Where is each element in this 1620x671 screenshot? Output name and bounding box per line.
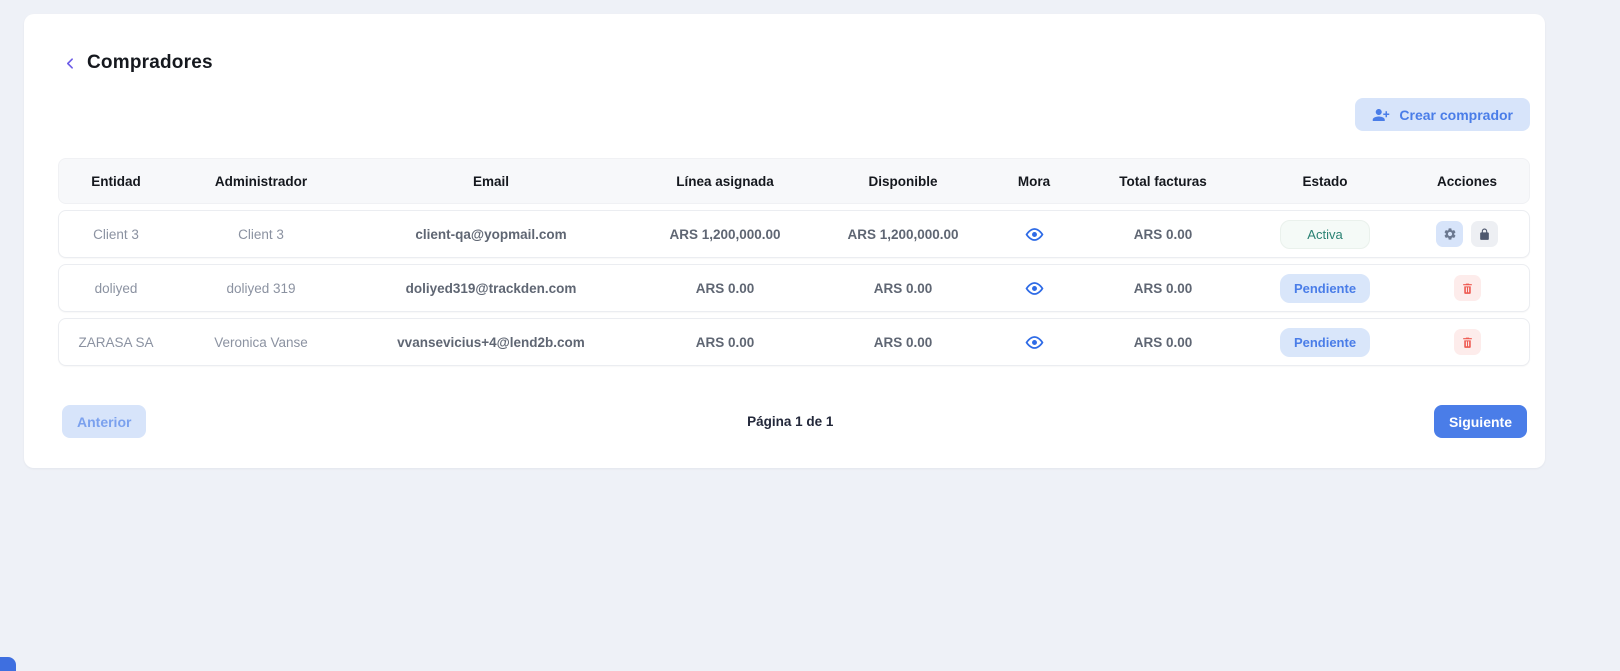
table-row: ZARASA SA Veronica Vanse vvansevicius+4@… — [58, 318, 1530, 366]
compradores-table: Entidad Administrador Email Línea asigna… — [58, 158, 1530, 366]
page-info: Página 1 de 1 — [747, 414, 833, 429]
back-button[interactable] — [64, 55, 77, 72]
cell-email: doliyed319@trackden.com — [349, 281, 633, 296]
cell-entidad: ZARASA SA — [59, 335, 173, 350]
delete-button[interactable] — [1454, 329, 1481, 355]
cell-disponible: ARS 0.00 — [817, 335, 989, 350]
cell-entidad: Client 3 — [59, 227, 173, 242]
cell-linea-asignada: ARS 0.00 — [633, 335, 817, 350]
lock-icon — [1478, 228, 1491, 241]
header-administrador: Administrador — [173, 174, 349, 189]
user-plus-icon — [1372, 106, 1390, 124]
cell-administrador: Client 3 — [173, 227, 349, 242]
header-mora: Mora — [989, 174, 1079, 189]
header-estado: Estado — [1247, 174, 1403, 189]
cell-email: vvansevicius+4@lend2b.com — [349, 335, 633, 350]
create-comprador-label: Crear comprador — [1399, 107, 1513, 123]
cell-linea-asignada: ARS 1,200,000.00 — [633, 227, 817, 242]
chevron-left-icon — [64, 55, 77, 72]
status-badge: Pendiente — [1280, 328, 1370, 357]
lock-button[interactable] — [1471, 221, 1498, 247]
header-total-facturas: Total facturas — [1079, 174, 1247, 189]
cell-administrador: doliyed 319 — [173, 281, 349, 296]
trash-icon — [1461, 282, 1474, 295]
status-badge: Pendiente — [1280, 274, 1370, 303]
page-header: Compradores — [64, 52, 213, 74]
table-row: doliyed doliyed 319 doliyed319@trackden.… — [58, 264, 1530, 312]
cell-entidad: doliyed — [59, 281, 173, 296]
cell-total-facturas: ARS 0.00 — [1079, 227, 1247, 242]
eye-icon — [1025, 227, 1044, 242]
pagination: Anterior Página 1 de 1 Siguiente — [24, 405, 1545, 438]
header-email: Email — [349, 174, 633, 189]
mora-view-button[interactable] — [1025, 227, 1044, 242]
cell-administrador: Veronica Vanse — [173, 335, 349, 350]
previous-page-button[interactable]: Anterior — [62, 405, 146, 438]
compradores-panel: Compradores Crear comprador Entidad Admi… — [24, 14, 1545, 468]
cell-disponible: ARS 1,200,000.00 — [817, 227, 989, 242]
cell-total-facturas: ARS 0.00 — [1079, 335, 1247, 350]
table-header-row: Entidad Administrador Email Línea asigna… — [58, 158, 1530, 204]
cell-disponible: ARS 0.00 — [817, 281, 989, 296]
create-comprador-button[interactable]: Crear comprador — [1355, 98, 1530, 131]
chat-widget-partial[interactable] — [0, 657, 16, 671]
header-entidad: Entidad — [59, 174, 173, 189]
delete-button[interactable] — [1454, 275, 1481, 301]
next-page-button[interactable]: Siguiente — [1434, 405, 1527, 438]
mora-view-button[interactable] — [1025, 335, 1044, 350]
header-linea-asignada: Línea asignada — [633, 174, 817, 189]
header-acciones: Acciones — [1403, 174, 1531, 189]
gear-icon — [1443, 227, 1457, 241]
trash-icon — [1461, 336, 1474, 349]
page-title: Compradores — [87, 52, 213, 74]
cell-linea-asignada: ARS 0.00 — [633, 281, 817, 296]
header-disponible: Disponible — [817, 174, 989, 189]
settings-button[interactable] — [1436, 221, 1463, 247]
table-body: Client 3 Client 3 client-qa@yopmail.com … — [58, 210, 1530, 366]
table-row: Client 3 Client 3 client-qa@yopmail.com … — [58, 210, 1530, 258]
mora-view-button[interactable] — [1025, 281, 1044, 296]
cell-email: client-qa@yopmail.com — [349, 227, 633, 242]
cell-total-facturas: ARS 0.00 — [1079, 281, 1247, 296]
eye-icon — [1025, 335, 1044, 350]
eye-icon — [1025, 281, 1044, 296]
status-badge: Activa — [1280, 220, 1370, 249]
